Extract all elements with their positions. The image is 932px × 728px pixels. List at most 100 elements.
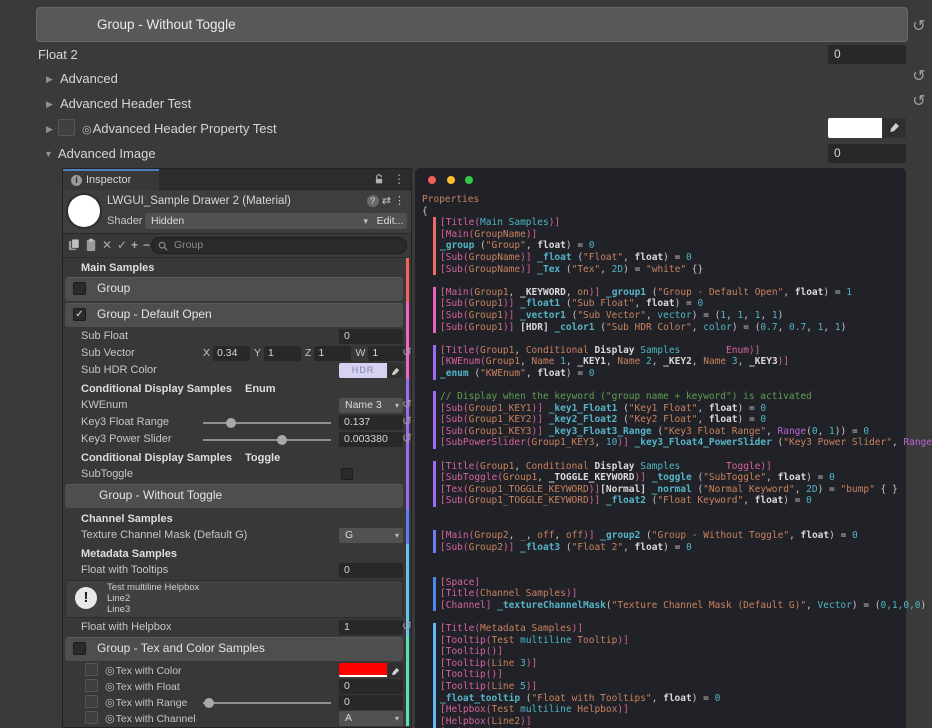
row-advanced[interactable]: ▶ Advanced ↺ <box>0 70 932 90</box>
foldout-closed-icon[interactable]: ▶ <box>46 124 53 135</box>
code-line: [Title(Main Samples)] <box>433 217 902 229</box>
hdr-color-swatch[interactable]: HDR <box>339 363 387 378</box>
group-header-without-toggle[interactable]: Group - Without Toggle <box>36 7 908 42</box>
paste-icon[interactable] <box>85 238 98 252</box>
code-line: [KWEnum(Group1, Name 1, _KEY1, Name 2, _… <box>433 356 902 368</box>
float-with-helpbox-input[interactable]: 1 <box>339 620 403 635</box>
lock-icon[interactable] <box>374 174 384 185</box>
expand-collapse-icon[interactable]: ✕ <box>102 238 112 252</box>
code-line: [Helpbox(Line2)] <box>433 716 902 728</box>
maximize-window-icon[interactable] <box>465 176 473 184</box>
section-header-conditional-display-samplestoggle: Conditional Display SamplesToggle <box>63 448 411 466</box>
group-toggle-checkbox[interactable] <box>73 642 86 655</box>
remove-icon[interactable]: − <box>143 238 150 252</box>
minimize-window-icon[interactable] <box>447 176 455 184</box>
color-swatch-white[interactable] <box>828 118 882 138</box>
float-with-tooltips-input[interactable]: 0 <box>339 563 403 578</box>
foldout-closed-icon[interactable]: ▶ <box>46 99 53 110</box>
undo-icon[interactable]: ↺ <box>400 397 414 411</box>
group-toggle-checkbox[interactable] <box>73 282 86 295</box>
code-line: [Title(Channel Samples)] <box>433 588 902 600</box>
row-advanced-image[interactable]: ▼ Advanced Image 0 <box>0 145 932 165</box>
accent-bar-purple <box>406 483 409 509</box>
code-line: _float_tooltip ("Float with Tooltips", f… <box>433 693 902 705</box>
group-header-group-default-open[interactable]: ✓Group - Default Open <box>63 302 411 328</box>
slider-handle[interactable] <box>204 698 214 708</box>
code-line: Properties <box>422 194 902 206</box>
undo-icon[interactable]: ↺ <box>400 414 414 428</box>
row-advanced-header-property-test[interactable]: ▶ ◎Advanced Header Property Test <box>0 120 932 140</box>
vector-x-input[interactable]: 0.34 <box>213 346 250 361</box>
group-toggle-checkbox[interactable]: ✓ <box>73 308 86 321</box>
code-line: [Main(Group1, _KEYWORD, on)] _group1 ("G… <box>433 287 902 299</box>
float-2-input[interactable]: 0 <box>828 45 906 64</box>
checkmark-icon[interactable]: ✓ <box>117 238 127 252</box>
advanced-image-input[interactable]: 0 <box>828 144 906 163</box>
tex-with-float-input[interactable]: 0 <box>339 679 403 694</box>
texture-thumbnail[interactable] <box>85 663 98 676</box>
edit-shader-button[interactable]: Edit... <box>373 213 407 229</box>
vector-y-input[interactable]: 1 <box>264 346 301 361</box>
circle-dot-icon: ◎ <box>105 681 115 693</box>
vector-z-input[interactable]: 1 <box>314 346 351 361</box>
texture-thumbnail[interactable] <box>85 711 98 724</box>
accent-bar-pink <box>406 362 409 379</box>
window-buttons <box>428 176 478 187</box>
key3-float-range-input[interactable]: 0.137 <box>339 415 403 430</box>
tex-color-swatch[interactable] <box>339 663 387 677</box>
search-input[interactable]: Group <box>151 237 407 254</box>
presets-icon[interactable]: ⇄ <box>382 195 391 207</box>
group-header-group[interactable]: Group <box>63 276 411 302</box>
eyedropper-icon[interactable] <box>388 663 403 678</box>
sub-float-input[interactable]: 0 <box>339 329 403 344</box>
foldout-open-icon[interactable]: ▼ <box>44 149 53 159</box>
kwenum-dropdown[interactable]: Name 3▾ <box>339 398 403 413</box>
code-line: [Sub(GroupName)] _Tex ("Tex", 2D) = "whi… <box>433 264 902 276</box>
copy-icon[interactable] <box>68 238 81 252</box>
section-header-channel-samples: Channel Samples <box>63 509 411 527</box>
texture-thumbnail[interactable] <box>85 679 98 692</box>
undo-icon[interactable]: ↺ <box>400 431 414 445</box>
texture-channel-mask-default-g-dropdown[interactable]: G▾ <box>339 528 403 543</box>
foldout-closed-icon[interactable]: ▶ <box>46 74 53 85</box>
texture-thumbnail[interactable] <box>85 695 98 708</box>
circle-dot-icon: ◎ <box>105 665 115 677</box>
undo-icon[interactable]: ↺ <box>909 67 929 87</box>
shader-dropdown[interactable]: Hidden ▾ <box>145 213 373 229</box>
undo-icon[interactable]: ↺ <box>400 345 414 359</box>
material-preview-sphere[interactable] <box>68 195 100 227</box>
kebab-menu-icon[interactable]: ⋮ <box>393 172 405 186</box>
slider-track[interactable] <box>203 422 331 424</box>
group-header-group-without-toggle[interactable]: Group - Without Toggle <box>63 483 411 509</box>
section-title: Conditional Display Samples <box>81 383 232 395</box>
property-label: ◎Tex with Channel <box>105 712 196 725</box>
close-window-icon[interactable] <box>428 176 436 184</box>
accent-bar-teal <box>406 636 409 662</box>
undo-icon[interactable]: ↺ <box>400 619 414 633</box>
slider-track[interactable] <box>203 702 331 704</box>
code-blank-line <box>422 333 902 345</box>
undo-icon[interactable]: ↺ <box>909 92 929 112</box>
slider-handle[interactable] <box>226 418 236 428</box>
row-float-2: Float 2 0 <box>0 46 932 66</box>
row-advanced-header-test[interactable]: ▶ Advanced Header Test ↺ <box>0 95 932 115</box>
undo-icon[interactable]: ↺ <box>909 17 929 37</box>
eyedropper-icon[interactable] <box>388 363 403 378</box>
group-header-group-tex-and-color-samples[interactable]: Group - Tex and Color Samples <box>63 636 411 662</box>
tab-inspector[interactable]: iInspector <box>63 169 159 190</box>
eyedropper-icon[interactable] <box>883 118 906 138</box>
kebab-menu-icon[interactable]: ⋮ <box>394 195 405 207</box>
tex-with-channel-dropdown[interactable]: A▾ <box>339 711 403 726</box>
subtoggle-checkbox[interactable] <box>341 468 353 480</box>
tex-with-range-input[interactable]: 0 <box>339 695 403 710</box>
add-icon[interactable]: + <box>131 238 138 252</box>
group-label: Group - Without Toggle <box>99 488 222 502</box>
search-icon <box>158 241 168 251</box>
key3-power-slider-input[interactable]: 0.003380 <box>339 432 403 447</box>
header-property-checkbox[interactable] <box>58 119 75 136</box>
slider-track[interactable] <box>203 439 331 441</box>
help-icon[interactable]: ? <box>367 195 379 207</box>
inspector-panel: iInspector ⋮ LWGUI_Sample Drawer 2 (Mate… <box>62 168 412 728</box>
slider-handle[interactable] <box>277 435 287 445</box>
section-title: Metadata Samples <box>81 548 177 560</box>
